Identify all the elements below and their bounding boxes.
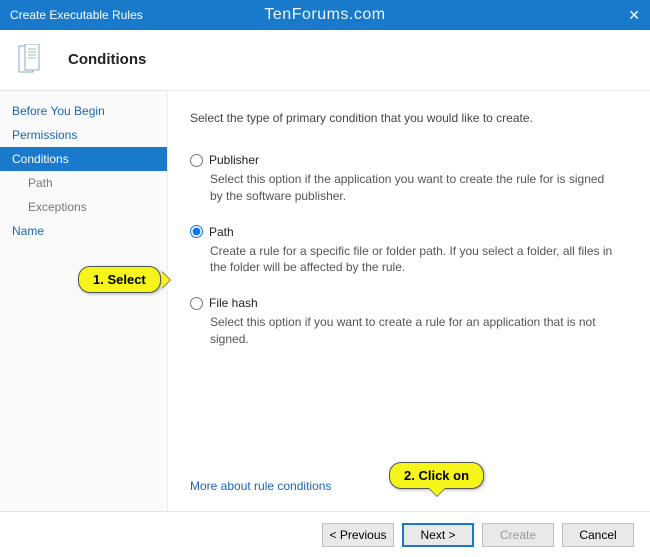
next-button[interactable]: Next > (402, 523, 474, 547)
sidebar-item-before[interactable]: Before You Begin (0, 99, 167, 123)
radio-path-label[interactable]: Path (209, 225, 234, 239)
sidebar-item-conditions[interactable]: Conditions (0, 147, 167, 171)
radio-publisher[interactable] (190, 154, 203, 167)
titlebar: Create Executable Rules TenForums.com ✕ (0, 0, 650, 30)
radio-path-desc: Create a rule for a specific file or fol… (210, 243, 620, 277)
option-path: Path Create a rule for a specific file o… (190, 225, 628, 277)
option-publisher: Publisher Select this option if the appl… (190, 153, 628, 205)
wizard-sidebar: Before You Begin Permissions Conditions … (0, 91, 168, 511)
wizard-content: Select the type of primary condition tha… (168, 91, 650, 511)
radio-filehash-desc: Select this option if you want to create… (210, 314, 620, 348)
radio-filehash-label[interactable]: File hash (209, 296, 258, 310)
wizard-footer: < Previous Next > Create Cancel (0, 511, 650, 557)
more-about-link[interactable]: More about rule conditions (190, 479, 331, 493)
document-icon (18, 44, 54, 74)
radio-path[interactable] (190, 225, 203, 238)
page-title: Conditions (68, 51, 146, 68)
instruction-text: Select the type of primary condition tha… (190, 111, 628, 125)
sidebar-item-path[interactable]: Path (0, 171, 167, 195)
callout-select: 1. Select (78, 266, 161, 293)
radio-filehash[interactable] (190, 297, 203, 310)
sidebar-item-permissions[interactable]: Permissions (0, 123, 167, 147)
previous-button[interactable]: < Previous (322, 523, 394, 547)
sidebar-item-name[interactable]: Name (0, 219, 167, 243)
window-title: Create Executable Rules (10, 8, 143, 22)
radio-publisher-label[interactable]: Publisher (209, 153, 259, 167)
wizard-header: Conditions (0, 30, 650, 91)
close-icon[interactable]: ✕ (628, 7, 640, 24)
cancel-button[interactable]: Cancel (562, 523, 634, 547)
create-button: Create (482, 523, 554, 547)
radio-publisher-desc: Select this option if the application yo… (210, 171, 620, 205)
watermark-text: TenForums.com (264, 6, 385, 24)
callout-clickon: 2. Click on (389, 462, 484, 489)
sidebar-item-exceptions[interactable]: Exceptions (0, 195, 167, 219)
option-filehash: File hash Select this option if you want… (190, 296, 628, 348)
